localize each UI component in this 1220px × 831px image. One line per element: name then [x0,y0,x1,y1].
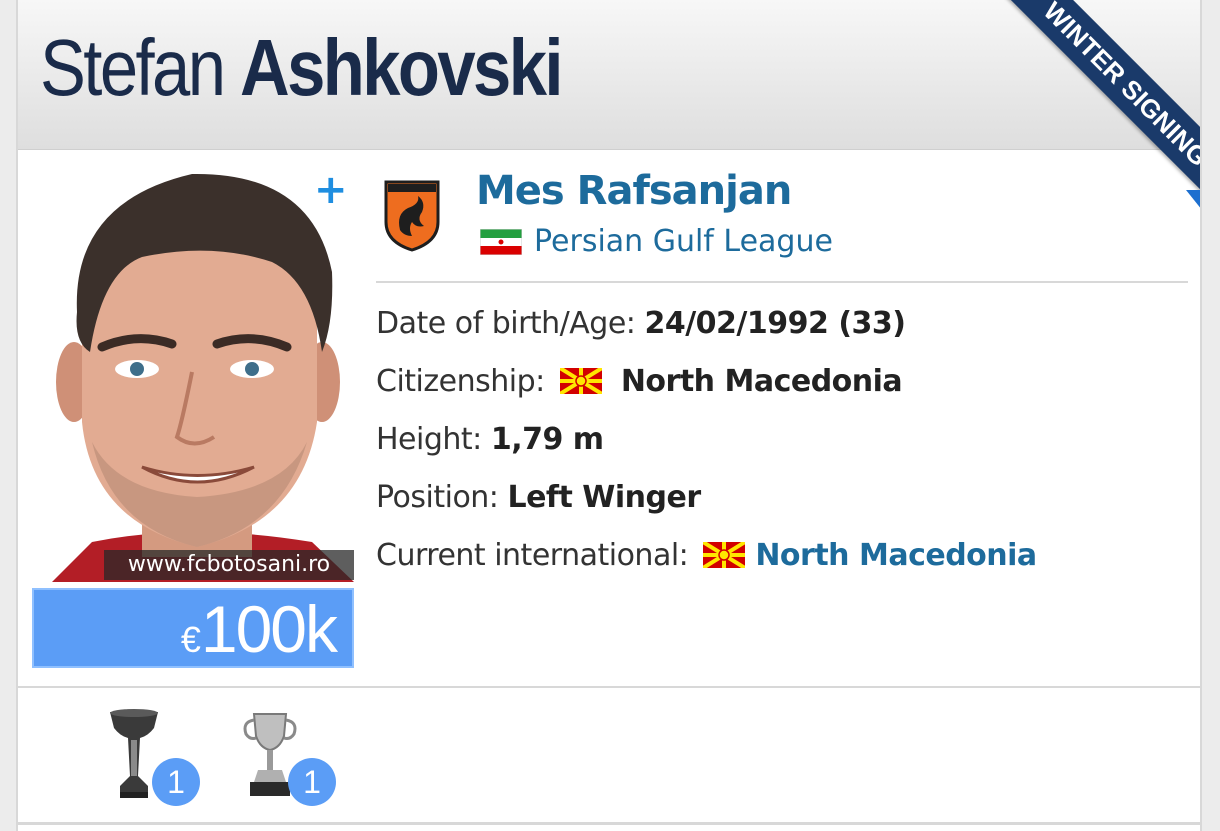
club-name-link[interactable]: Mes Rafsanjan [476,168,792,214]
international-label: Current international: [376,538,689,573]
citizenship-row: Citizenship: North Macedonia [376,364,1037,422]
add-icon[interactable]: + [314,170,348,210]
international-team-link[interactable]: North Macedonia [755,538,1037,573]
player-info-list: Date of birth/Age: 24/02/1992 (33) Citiz… [376,306,1037,596]
height-label: Height: [376,422,482,457]
player-profile-card: Stefan Ashkovski WINTER SIGNING www.fcbo… [16,0,1202,831]
club-logo-icon[interactable] [382,178,442,252]
trophy-count-badge: 1 [152,758,200,806]
trophy-count-badge: 1 [288,758,336,806]
player-photo[interactable] [32,162,354,582]
ribbon-fold [1186,190,1200,210]
divider [376,281,1188,283]
height-value: 1,79 m [490,422,604,457]
north-macedonia-flag-icon [558,366,603,396]
trophy-item[interactable]: 1 [240,706,340,806]
north-macedonia-flag-icon [702,540,747,570]
market-value-currency: € [180,619,201,660]
position-value: Left Winger [507,480,701,515]
ribbon-label: WINTER SIGNING [997,0,1200,210]
position-row: Position: Left Winger [376,480,1037,538]
player-name: Stefan Ashkovski [40,28,564,108]
winter-signing-ribbon: WINTER SIGNING [942,0,1200,210]
citizenship-value: North Macedonia [620,364,903,399]
player-first-name: Stefan [40,23,226,112]
position-label: Position: [376,480,499,515]
height-row: Height: 1,79 m [376,422,1037,480]
market-value-amount: 100k [200,592,338,666]
divider [18,686,1200,688]
iran-flag-icon [479,228,523,255]
international-row: Current international: North Macedonia [376,538,1037,596]
market-value-box[interactable]: €100k [32,588,354,668]
citizenship-label: Citizenship: [376,364,545,399]
trophy-item[interactable]: 1 [104,706,204,806]
dob-row: Date of birth/Age: 24/02/1992 (33) [376,306,1037,364]
dob-value: 24/02/1992 (33) [644,306,906,341]
player-last-name: Ashkovski [239,23,564,112]
player-portrait-image [32,162,354,582]
dob-label: Date of birth/Age: [376,306,636,341]
league-name-link[interactable]: Persian Gulf League [534,224,833,259]
photo-credit: www.fcbotosani.ro [104,550,354,580]
league-row[interactable]: Persian Gulf League [479,224,833,259]
divider [18,822,1200,825]
